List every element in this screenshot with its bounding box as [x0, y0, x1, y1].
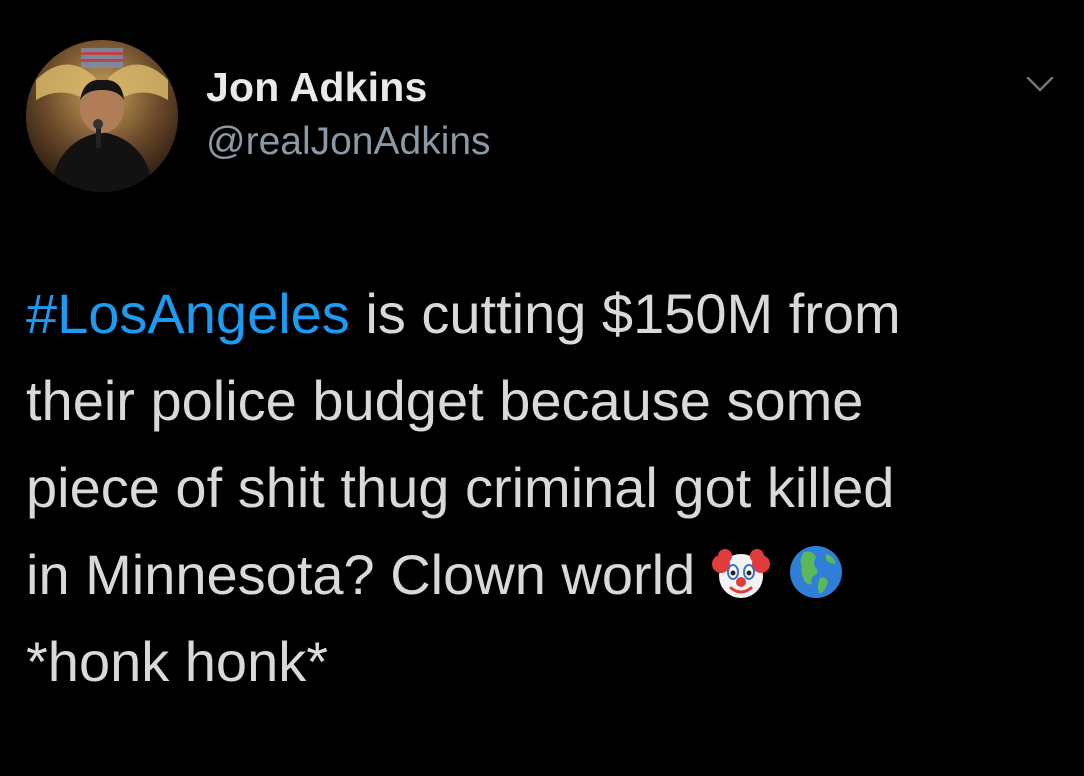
tweet-text-line: in Minnesota? Clown world [26, 531, 1066, 618]
clown-face-emoji [711, 542, 771, 602]
globe-americas-emoji [786, 542, 846, 602]
tweet-text-line: #LosAngeles is cutting $150M from [26, 270, 1066, 357]
tweet-text-segment: in Minnesota? Clown world [26, 543, 696, 606]
tweet-text: #LosAngeles is cutting $150M from their … [26, 270, 1066, 705]
hashtag-link[interactable]: #LosAngeles [26, 282, 350, 345]
tweet: Jon Adkins @realJonAdkins #LosAngeles is… [0, 0, 1084, 776]
avatar[interactable] [26, 40, 178, 192]
tweet-text-line: piece of shit thug criminal got killed [26, 456, 895, 519]
tweet-text-line: *honk honk* [26, 630, 329, 693]
tweet-text-line: their police budget because some [26, 369, 864, 432]
chevron-down-icon[interactable] [1016, 70, 1064, 104]
display-name[interactable]: Jon Adkins [206, 64, 427, 111]
tweet-text-segment: is cutting $150M from [349, 282, 901, 345]
avatar-image [26, 40, 178, 192]
user-handle[interactable]: @realJonAdkins [206, 120, 491, 164]
